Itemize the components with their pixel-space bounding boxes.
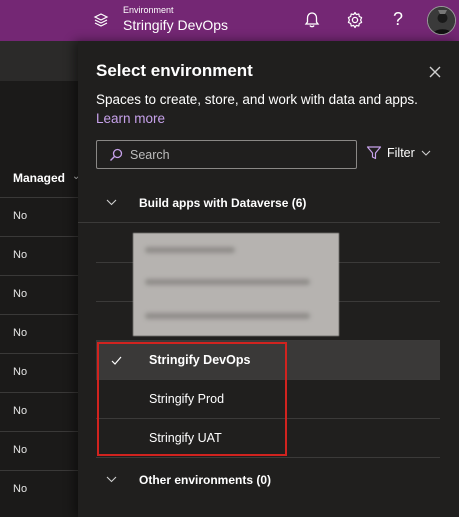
filter-button[interactable]: Filter bbox=[366, 145, 431, 161]
learn-more-link[interactable]: Learn more bbox=[96, 111, 165, 126]
managed-cell: No bbox=[13, 483, 28, 495]
redacted-environments bbox=[133, 233, 339, 336]
select-environment-panel: Select environment Spaces to create, sto… bbox=[78, 41, 459, 517]
search-input[interactable] bbox=[130, 147, 330, 162]
group-label: Other environments (0) bbox=[139, 473, 272, 487]
group-header-dataverse[interactable]: Build apps with Dataverse (6) bbox=[78, 183, 440, 223]
environment-item-stringify-devops[interactable]: Stringify DevOps bbox=[96, 341, 440, 380]
managed-cell: No bbox=[13, 210, 28, 222]
group-header-other[interactable]: Other environments (0) bbox=[78, 460, 440, 500]
managed-cell: No bbox=[13, 444, 28, 456]
managed-column-header[interactable]: Managed bbox=[13, 171, 65, 185]
managed-cell: No bbox=[13, 249, 28, 261]
managed-cell: No bbox=[13, 327, 28, 339]
background-table: Managed ⌄ No No No No No No No No bbox=[0, 41, 80, 517]
environment-label: Stringify UAT bbox=[149, 431, 222, 445]
panel-title: Select environment bbox=[96, 61, 253, 80]
chevron-down-icon bbox=[421, 150, 431, 156]
table-row[interactable]: No bbox=[0, 275, 78, 314]
managed-cell: No bbox=[13, 366, 28, 378]
table-row[interactable]: No bbox=[0, 392, 78, 431]
environment-item-stringify-prod[interactable]: Stringify Prod bbox=[96, 380, 440, 419]
bell-icon[interactable] bbox=[303, 11, 321, 29]
filter-icon bbox=[366, 146, 382, 160]
close-icon[interactable] bbox=[428, 65, 442, 79]
panel-description: Spaces to create, store, and work with d… bbox=[96, 92, 418, 107]
gear-icon[interactable] bbox=[346, 11, 364, 29]
filter-label: Filter bbox=[387, 146, 415, 160]
environment-icon bbox=[93, 13, 109, 27]
chevron-down-icon bbox=[106, 199, 117, 206]
background-toolbar bbox=[0, 41, 78, 81]
table-row[interactable]: No bbox=[0, 236, 78, 275]
environment-label: Environment bbox=[123, 5, 174, 15]
environment-label: Stringify DevOps bbox=[149, 353, 251, 367]
checkmark-icon bbox=[111, 356, 122, 365]
environment-item-stringify-uat[interactable]: Stringify UAT bbox=[96, 419, 440, 458]
group-label: Build apps with Dataverse (6) bbox=[139, 196, 307, 210]
table-row[interactable]: No bbox=[0, 197, 78, 236]
search-icon bbox=[110, 148, 123, 161]
managed-cell: No bbox=[13, 405, 28, 417]
environment-switcher[interactable]: Environment Stringify DevOps bbox=[93, 5, 228, 34]
avatar[interactable] bbox=[427, 6, 456, 35]
table-row[interactable]: No bbox=[0, 353, 78, 392]
help-icon[interactable]: ? bbox=[390, 8, 406, 30]
chevron-down-icon bbox=[106, 476, 117, 483]
top-bar: Environment Stringify DevOps ? bbox=[0, 0, 459, 41]
managed-cell: No bbox=[13, 288, 28, 300]
table-row[interactable]: No bbox=[0, 314, 78, 353]
environment-name: Stringify DevOps bbox=[123, 17, 229, 33]
table-row[interactable]: No bbox=[0, 431, 78, 470]
environment-label: Stringify Prod bbox=[149, 392, 225, 406]
search-box[interactable] bbox=[96, 140, 357, 169]
table-row[interactable]: No bbox=[0, 470, 78, 509]
